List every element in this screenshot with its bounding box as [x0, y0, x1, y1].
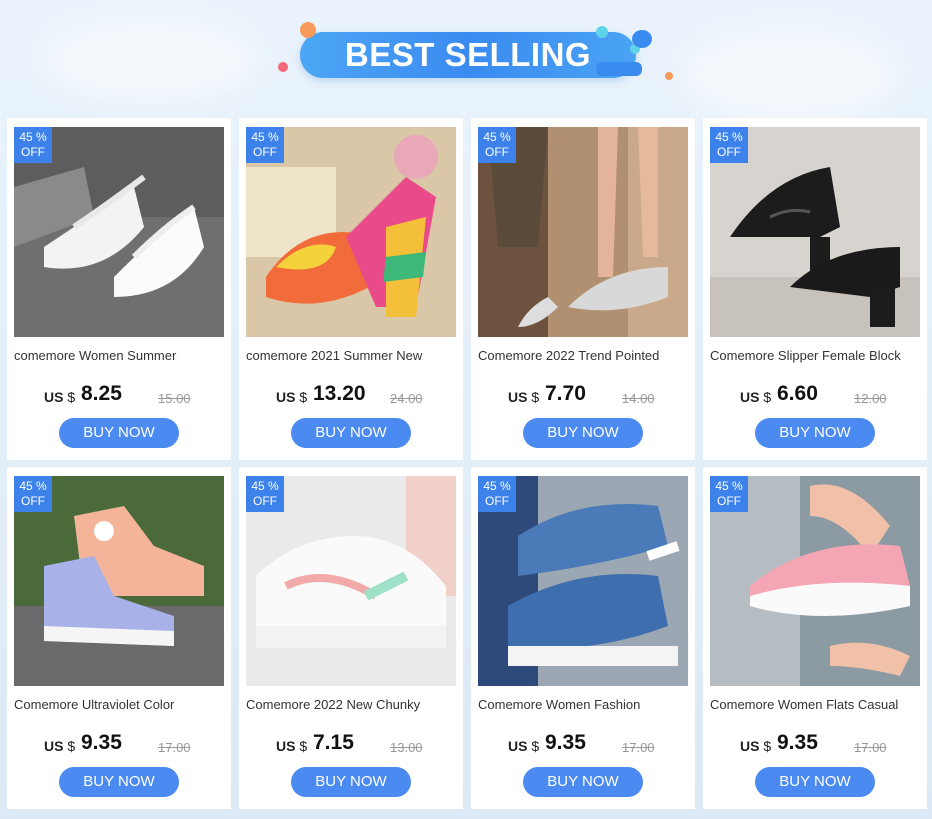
product-card[interactable]: 45 % OFF Comemore Slipper Female Block U…	[703, 118, 927, 460]
discount-percent: 45 %	[251, 479, 279, 493]
original-price: 12.00	[854, 391, 887, 406]
product-image[interactable]: 45 % OFF	[246, 476, 456, 686]
discount-off: OFF	[253, 145, 277, 159]
product-title[interactable]: Comemore Women Fashion	[478, 697, 690, 715]
original-price: 17.00	[158, 740, 191, 755]
sale-price: 7.15	[313, 731, 354, 754]
currency-label: US $	[508, 738, 540, 754]
product-card[interactable]: 45 % OFF Comemore Ultraviolet Color US $…	[7, 467, 231, 809]
discount-badge: 45 % OFF	[710, 476, 748, 512]
discount-off: OFF	[717, 145, 741, 159]
price-row: US $ 6.60 12.00	[703, 382, 927, 408]
price-row: US $ 7.70 14.00	[471, 382, 695, 408]
product-card[interactable]: 45 % OFF Comemore 2022 New Chunky US $ 7…	[239, 467, 463, 809]
discount-badge: 45 % OFF	[14, 127, 52, 163]
sale-price: 13.20	[313, 382, 366, 405]
product-card[interactable]: 45 % OFF Comemore 2022 Trend Pointed US …	[471, 118, 695, 460]
discount-percent: 45 %	[483, 479, 511, 493]
page-title: BEST SELLING	[344, 36, 592, 73]
currency-label: US $	[276, 738, 308, 754]
currency-label: US $	[44, 738, 76, 754]
sale-price: 7.70	[545, 382, 586, 405]
discount-percent: 45 %	[251, 130, 279, 144]
buy-now-button[interactable]: BUY NOW	[59, 418, 179, 448]
currency-label: US $	[276, 389, 308, 405]
original-price: 15.00	[158, 391, 191, 406]
buy-now-button[interactable]: BUY NOW	[523, 767, 643, 797]
product-image[interactable]: 45 % OFF	[14, 127, 224, 337]
discount-badge: 45 % OFF	[246, 127, 284, 163]
buy-now-button[interactable]: BUY NOW	[291, 767, 411, 797]
product-card[interactable]: 45 % OFF comemore Women Summer US $ 8.25…	[7, 118, 231, 460]
sale-price: 6.60	[777, 382, 818, 405]
sale-price: 9.35	[81, 731, 122, 754]
discount-off: OFF	[717, 494, 741, 508]
buy-now-button[interactable]: BUY NOW	[755, 767, 875, 797]
header: BEST SELLING	[0, 0, 932, 110]
product-title[interactable]: comemore 2021 Summer New	[246, 348, 458, 366]
original-price: 14.00	[622, 391, 655, 406]
buy-now-button[interactable]: BUY NOW	[523, 418, 643, 448]
discount-off: OFF	[253, 494, 277, 508]
discount-badge: 45 % OFF	[246, 476, 284, 512]
product-title[interactable]: Comemore 2022 Trend Pointed	[478, 348, 690, 366]
discount-percent: 45 %	[715, 479, 743, 493]
buy-now-button[interactable]: BUY NOW	[291, 418, 411, 448]
price-row: US $ 9.35 17.00	[7, 731, 231, 757]
original-price: 24.00	[390, 391, 423, 406]
product-card[interactable]: 45 % OFF Comemore Women Flats Casual US …	[703, 467, 927, 809]
discount-percent: 45 %	[483, 130, 511, 144]
discount-badge: 45 % OFF	[478, 127, 516, 163]
product-image[interactable]: 45 % OFF	[478, 127, 688, 337]
product-card[interactable]: 45 % OFF Comemore Women Fashion US $ 9.3…	[471, 467, 695, 809]
discount-badge: 45 % OFF	[478, 476, 516, 512]
decor-dot	[665, 72, 673, 80]
discount-off: OFF	[21, 145, 45, 159]
currency-label: US $	[740, 389, 772, 405]
buy-now-button[interactable]: BUY NOW	[59, 767, 179, 797]
product-title[interactable]: comemore Women Summer	[14, 348, 226, 366]
product-image[interactable]: 45 % OFF	[246, 127, 456, 337]
currency-label: US $	[740, 738, 772, 754]
product-title[interactable]: Comemore Women Flats Casual	[710, 697, 922, 715]
product-image[interactable]: 45 % OFF	[14, 476, 224, 686]
original-price: 17.00	[854, 740, 887, 755]
product-title[interactable]: Comemore Ultraviolet Color	[14, 697, 226, 715]
buy-now-button[interactable]: BUY NOW	[755, 418, 875, 448]
original-price: 13.00	[390, 740, 423, 755]
currency-label: US $	[44, 389, 76, 405]
sale-price: 8.25	[81, 382, 122, 405]
discount-badge: 45 % OFF	[710, 127, 748, 163]
price-row: US $ 13.20 24.00	[239, 382, 463, 408]
product-image[interactable]: 45 % OFF	[478, 476, 688, 686]
original-price: 17.00	[622, 740, 655, 755]
product-image[interactable]: 45 % OFF	[710, 127, 920, 337]
discount-off: OFF	[21, 494, 45, 508]
decor-dot	[278, 62, 288, 72]
discount-off: OFF	[485, 145, 509, 159]
sale-price: 9.35	[777, 731, 818, 754]
currency-label: US $	[508, 389, 540, 405]
discount-percent: 45 %	[715, 130, 743, 144]
discount-percent: 45 %	[19, 479, 47, 493]
product-card[interactable]: 45 % OFF comemore 2021 Summer New US $ 1…	[239, 118, 463, 460]
product-title[interactable]: Comemore 2022 New Chunky	[246, 697, 458, 715]
price-row: US $ 7.15 13.00	[239, 731, 463, 757]
discount-percent: 45 %	[19, 130, 47, 144]
discount-off: OFF	[485, 494, 509, 508]
product-title[interactable]: Comemore Slipper Female Block	[710, 348, 922, 366]
price-row: US $ 9.35 17.00	[471, 731, 695, 757]
price-row: US $ 8.25 15.00	[7, 382, 231, 408]
sale-price: 9.35	[545, 731, 586, 754]
discount-badge: 45 % OFF	[14, 476, 52, 512]
product-image[interactable]: 45 % OFF	[710, 476, 920, 686]
price-row: US $ 9.35 17.00	[703, 731, 927, 757]
